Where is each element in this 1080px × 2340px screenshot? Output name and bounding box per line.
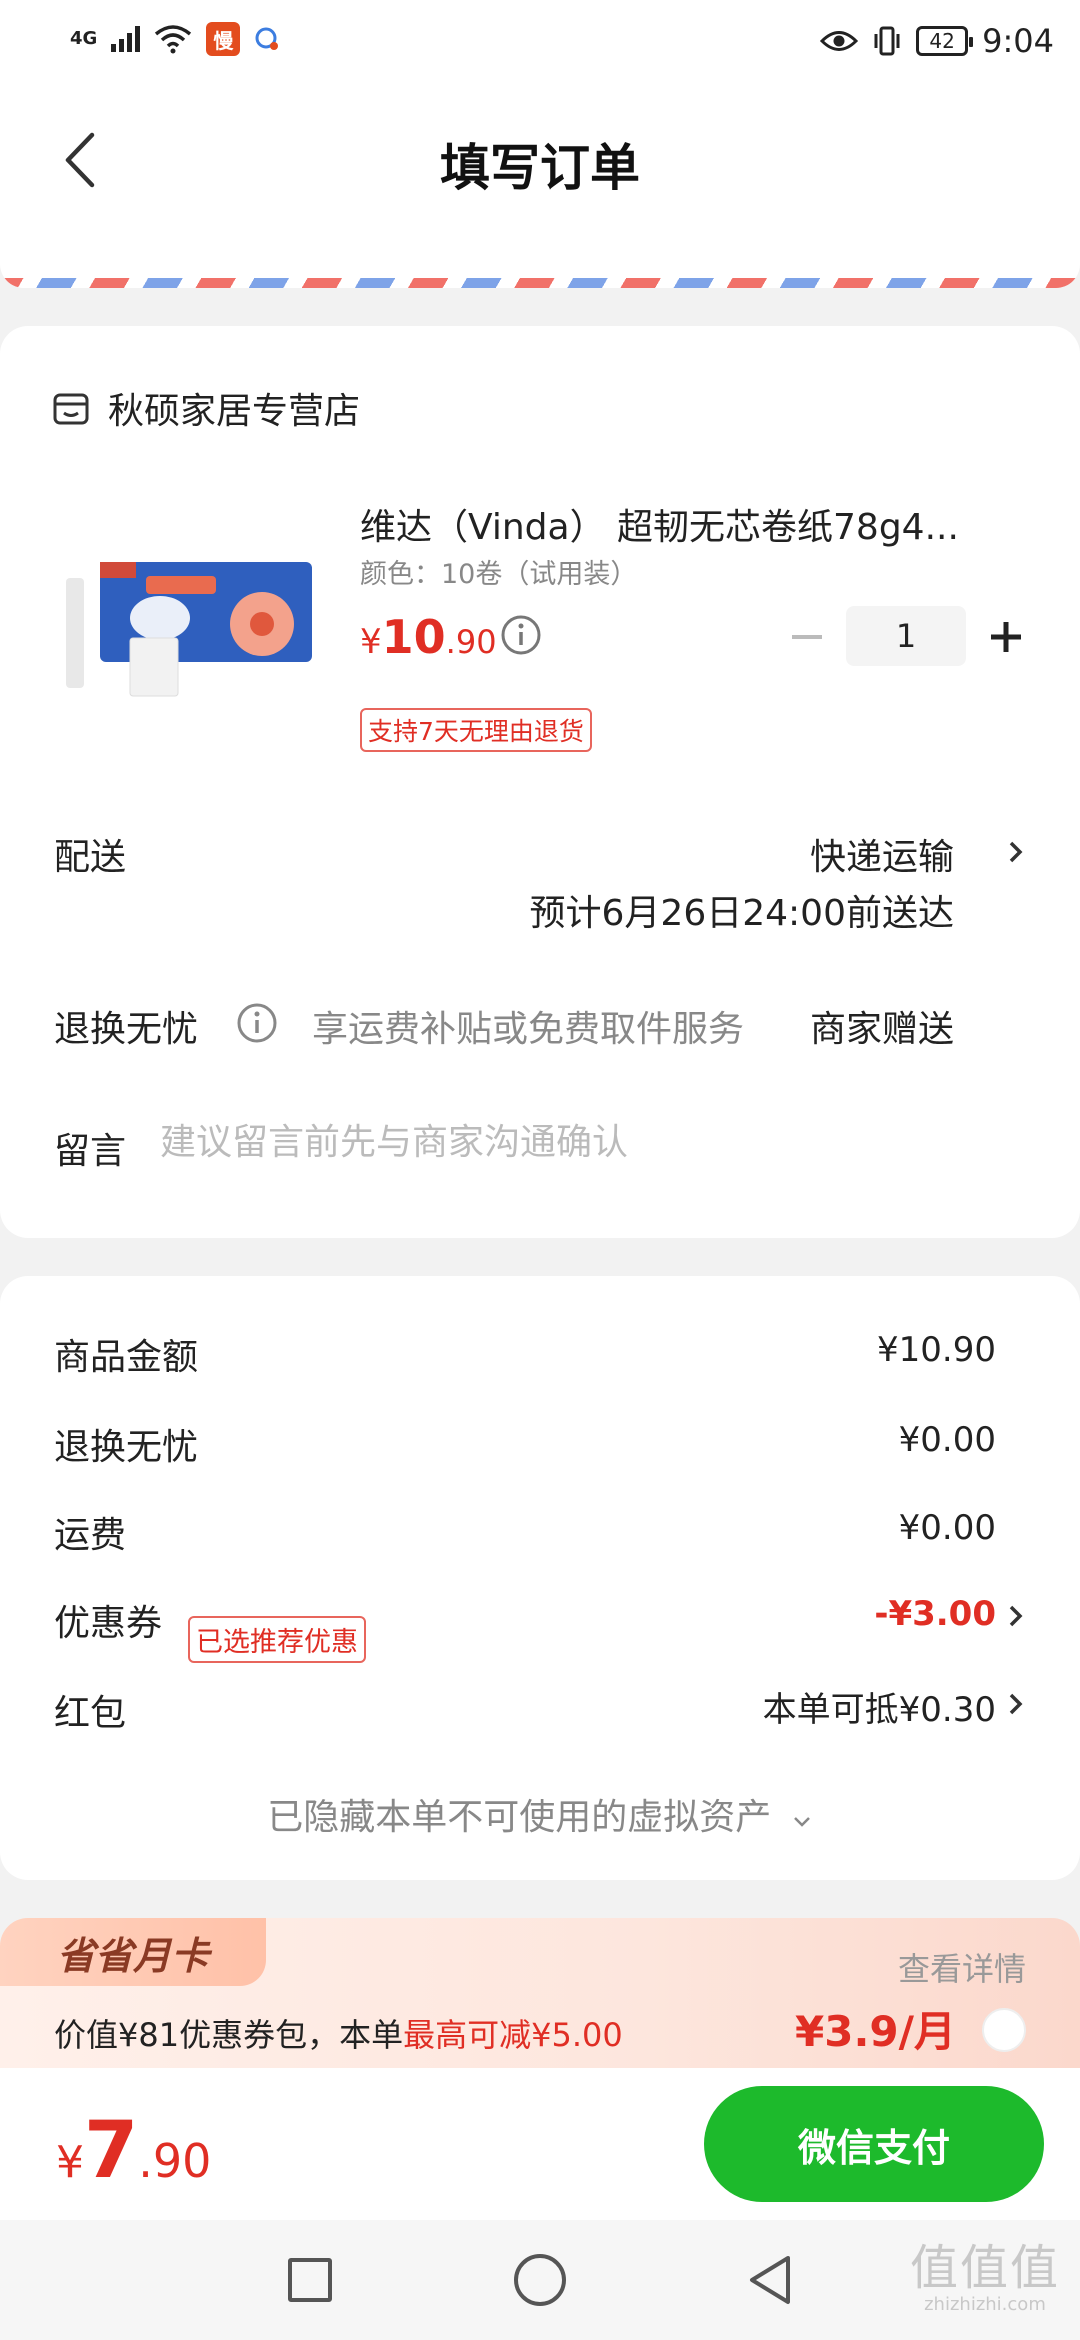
watermark-url: zhizhizhi.com: [924, 2294, 1046, 2315]
system-back-button[interactable]: [744, 2252, 794, 2308]
shipping-fee-label: 运费: [54, 1515, 127, 1556]
view-details-link[interactable]: 查看详情: [898, 1944, 1026, 1990]
home-button[interactable]: [514, 2254, 566, 2306]
watermark-logo: 值值值: [909, 2240, 1060, 2296]
store-name: 秋硕家居专营店: [108, 391, 361, 432]
signal-icon: [111, 26, 141, 52]
monthly-card-radio[interactable]: [982, 2008, 1026, 2052]
store-icon: [53, 393, 89, 425]
quantity-increase-button[interactable]: [985, 616, 1027, 658]
envelope-stripe: [0, 278, 1080, 288]
vibrate-icon: [874, 26, 900, 56]
delivery-label: 配送: [54, 837, 127, 878]
address-envelope-border: [0, 240, 1080, 288]
monthly-card-badge: 省省月卡: [0, 1918, 266, 1986]
price-integer: 10: [381, 610, 446, 664]
promo-desc-highlight: 最高可减¥5.00: [403, 2016, 623, 2054]
redpacket-label: 红包: [54, 1693, 127, 1734]
network-type: 4G: [70, 28, 98, 49]
exchange-gift: 商家赠送: [809, 1009, 954, 1050]
delivery-method[interactable]: 快递运输: [810, 828, 954, 880]
product-title[interactable]: 维达（Vinda） 超韧无芯卷纸78g4...: [360, 498, 1000, 550]
goods-amount-value: ¥10.90: [877, 1330, 996, 1370]
message-input[interactable]: [160, 1122, 960, 1163]
return-policy-badge: 支持7天无理由退货: [360, 708, 592, 752]
system-navigation-bar: 值值值 zhizhizhi.com: [0, 2220, 1080, 2340]
price-decimal: .90: [445, 623, 497, 661]
exchange-description: 享运费补贴或免费取件服务: [312, 1009, 745, 1050]
exchange-label: 退换无忧: [54, 1009, 199, 1050]
exchange-fee-value: ¥0.00: [898, 1420, 996, 1460]
promo-description: 价值¥81优惠券包，本单最高可减¥5.00: [54, 2010, 623, 2056]
message-label: 留言: [54, 1131, 127, 1172]
status-left: 4G 慢: [70, 22, 280, 56]
exchange-fee-label: 退换无忧: [54, 1427, 199, 1468]
product-spec[interactable]: 颜色：10卷（试用装）: [360, 552, 637, 591]
watermark: 值值值 zhizhizhi.com: [910, 2228, 1060, 2315]
chevron-right-icon[interactable]: [1006, 838, 1026, 866]
total-currency: ¥: [56, 2137, 84, 2188]
wifi-icon: [155, 25, 192, 54]
page-title: 填写订单: [440, 139, 640, 197]
status-right: 42 9:04: [820, 22, 1054, 60]
eye-icon: [820, 31, 859, 51]
chevron-down-icon: [793, 1817, 810, 1827]
shipping-fee-value: ¥0.00: [898, 1508, 996, 1548]
total-decimal: .90: [138, 2134, 212, 2188]
hidden-assets-toggle[interactable]: 已隐藏本单不可使用的虚拟资产: [0, 1788, 1080, 1840]
status-bar: 4G 慢 42 9:04: [0, 0, 1080, 90]
battery-icon: 42: [916, 26, 974, 56]
coupon-value[interactable]: -¥3.00: [874, 1594, 996, 1634]
product-price: ¥ 10 .90: [360, 610, 497, 664]
clock: 9:04: [982, 22, 1054, 60]
minus-icon: [792, 635, 822, 639]
price-info-icon[interactable]: [500, 614, 542, 656]
redpacket-value[interactable]: 本单可抵¥0.30: [763, 1682, 996, 1731]
exchange-info-icon[interactable]: [236, 1002, 278, 1044]
monthly-card-promo: 省省月卡 查看详情 价值¥81优惠券包，本单最高可减¥5.00 ¥3.9/月: [0, 1918, 1080, 2068]
coupon-recommended-tag: 已选推荐优惠: [188, 1616, 366, 1663]
chevron-right-icon[interactable]: [1006, 1602, 1026, 1630]
hidden-assets-label: 已隐藏本单不可使用的虚拟资产: [267, 1797, 772, 1838]
quantity-decrease-button[interactable]: [786, 616, 828, 658]
header: 填写订单: [0, 90, 1080, 240]
recent-apps-button[interactable]: [288, 2258, 332, 2302]
order-card: 秋硕家居专营店 维达（Vinda） 超韧无芯卷纸78g4... 颜色：10卷（试…: [0, 326, 1080, 1238]
total-integer: 7: [84, 2106, 139, 2196]
pay-bar: ¥ 7 .90 微信支付: [0, 2068, 1080, 2220]
coupon-label: 优惠券: [54, 1603, 163, 1644]
delivery-eta: 预计6月26日24:00前送达: [529, 893, 954, 934]
price-currency: ¥: [360, 622, 382, 662]
store-row[interactable]: 秋硕家居专营店: [52, 382, 360, 434]
goods-amount-label: 商品金额: [54, 1337, 199, 1378]
chat-notification-icon: [255, 27, 279, 50]
promo-price: ¥3.9/月: [795, 2007, 956, 2056]
wechat-pay-button[interactable]: 微信支付: [704, 2086, 1044, 2202]
promo-desc-prefix: 价值¥81优惠券包，本单: [54, 2016, 404, 2054]
quantity-value[interactable]: 1: [846, 606, 966, 666]
app-notification-icon: 慢: [206, 22, 241, 56]
price-summary-card: 商品金额 ¥10.90 退换无忧 ¥0.00 运费 ¥0.00 优惠券 已选推荐…: [0, 1276, 1080, 1880]
product-image[interactable]: [60, 554, 320, 704]
order-total: ¥ 7 .90: [56, 2106, 211, 2196]
chevron-right-icon[interactable]: [1006, 1690, 1026, 1718]
